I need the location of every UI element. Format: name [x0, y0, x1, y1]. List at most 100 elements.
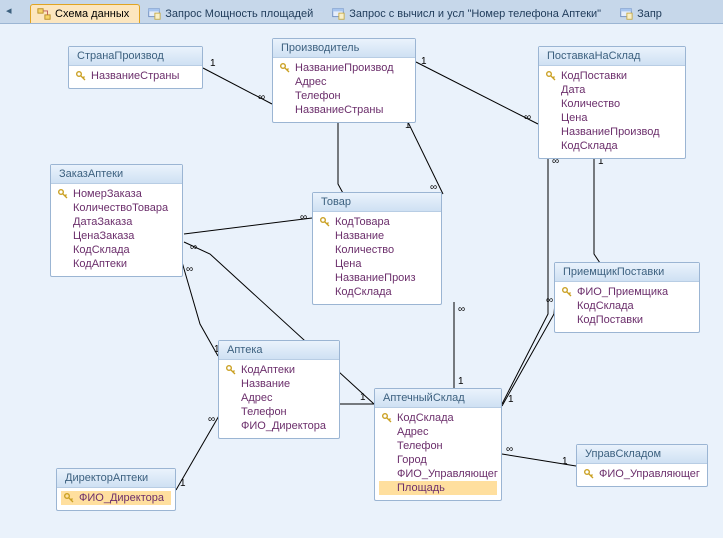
field: ФИО_Директора — [241, 420, 326, 432]
field: Город — [397, 454, 427, 466]
table-title: Товар — [313, 193, 441, 212]
svg-text:∞: ∞ — [458, 304, 465, 315]
table-row: Город — [379, 453, 497, 467]
field: КодАптеки — [241, 364, 295, 376]
svg-text:1: 1 — [458, 376, 464, 387]
table-row: НазваниеСтраны — [277, 103, 411, 117]
table-row: Название — [317, 229, 437, 243]
table-title: СтранаПроизвод — [69, 47, 202, 66]
table-row: Телефон — [223, 405, 335, 419]
svg-text:1: 1 — [508, 394, 514, 405]
table-zakaz[interactable]: ЗаказАптеки НомерЗаказа КоличествоТовара… — [50, 164, 183, 277]
key-icon — [63, 492, 75, 504]
query-icon — [619, 7, 633, 21]
svg-text:1: 1 — [421, 56, 427, 67]
key-icon — [75, 70, 87, 82]
table-row: Количество — [317, 243, 437, 257]
table-proizvoditel[interactable]: Производитель НазваниеПроизвод Адрес Тел… — [272, 38, 416, 123]
field: ЦенаЗаказа — [73, 230, 134, 242]
table-postavka[interactable]: ПоставкаНаСклад КодПоставки Дата Количес… — [538, 46, 686, 159]
table-row: ФИО_Управляющег — [581, 467, 703, 481]
tab-label: Запр — [637, 8, 662, 20]
field: Название — [335, 230, 384, 242]
tab-query-3[interactable]: Запр — [612, 4, 673, 23]
field: КодСклада — [397, 412, 454, 424]
field: НазваниеПроизвод — [295, 62, 394, 74]
table-row: ФИО_Директора — [223, 419, 335, 433]
svg-text:∞: ∞ — [506, 444, 513, 455]
tab-query-1[interactable]: Запрос Мощность площадей — [140, 4, 324, 23]
field: Название — [241, 378, 290, 390]
table-title: ПоставкаНаСклад — [539, 47, 685, 66]
tab-query-2[interactable]: Запрос с вычисл и усл "Номер телефона Ап… — [324, 4, 612, 23]
table-row: Телефон — [379, 439, 497, 453]
tab-prev-indicator[interactable]: ◂ — [6, 4, 12, 17]
table-row: Цена — [317, 257, 437, 271]
field: КоличествоТовара — [73, 202, 168, 214]
relationship-canvas[interactable]: 1 ∞ 1 ∞ 1 ∞ 1 ∞ 1 ∞ ∞ ∞ 1 1 ∞ 1 ∞ — [0, 24, 723, 538]
field: Адрес — [241, 392, 273, 404]
field: Дата — [561, 84, 585, 96]
tab-label: Запрос с вычисл и усл "Номер телефона Ап… — [349, 8, 601, 20]
field: ДатаЗаказа — [73, 216, 132, 228]
key-icon — [225, 364, 237, 376]
field: КодСклада — [577, 300, 634, 312]
table-priemshik[interactable]: ПриемщикПоставки ФИО_Приемщика КодСклада… — [554, 262, 700, 333]
table-row: НазваниеПроизвод — [277, 61, 411, 75]
table-row: ЦенаЗаказа — [55, 229, 178, 243]
table-title: АптечныйСклад — [375, 389, 501, 408]
table-row: Адрес — [277, 75, 411, 89]
field: НомерЗаказа — [73, 188, 142, 200]
field: НазваниеПроиз — [335, 272, 416, 284]
table-tovar[interactable]: Товар КодТовара Название Количество Цена… — [312, 192, 442, 305]
tab-label: Запрос Мощность площадей — [165, 8, 313, 20]
table-row: НомерЗаказа — [55, 187, 178, 201]
table-title: Аптека — [219, 341, 339, 360]
document-tabs: ◂ Схема данных Запрос Мощность площадей … — [0, 0, 723, 24]
field: КодСклада — [561, 140, 618, 152]
table-uprav[interactable]: УправСкладом ФИО_Управляющег — [576, 444, 708, 487]
table-row: ФИО_Директора — [61, 491, 171, 505]
table-row: КодАптеки — [55, 257, 178, 271]
table-row: КоличествоТовара — [55, 201, 178, 215]
svg-text:1: 1 — [360, 392, 366, 403]
table-row: КодАптеки — [223, 363, 335, 377]
table-title: УправСкладом — [577, 445, 707, 464]
svg-text:∞: ∞ — [190, 242, 197, 253]
table-direktor[interactable]: ДиректорАптеки ФИО_Директора — [56, 468, 176, 511]
field: КодАптеки — [73, 258, 127, 270]
relations-icon — [37, 7, 51, 21]
field: КодСклада — [73, 244, 130, 256]
key-icon — [583, 468, 595, 480]
field: Телефон — [241, 406, 287, 418]
table-title: ЗаказАптеки — [51, 165, 182, 184]
key-icon — [381, 412, 393, 424]
field: Адрес — [295, 76, 327, 88]
table-title: Производитель — [273, 39, 415, 58]
svg-text:∞: ∞ — [208, 414, 215, 425]
table-row: Адрес — [223, 391, 335, 405]
svg-text:∞: ∞ — [524, 112, 531, 123]
svg-text:1: 1 — [562, 456, 568, 467]
table-strana[interactable]: СтранаПроизвод НазваниеСтраны — [68, 46, 203, 89]
table-row: КодСклада — [559, 299, 695, 313]
table-title: ДиректорАптеки — [57, 469, 175, 488]
key-icon — [561, 286, 573, 298]
table-title: ПриемщикПоставки — [555, 263, 699, 282]
svg-text:1: 1 — [210, 58, 216, 69]
field: Адрес — [397, 426, 429, 438]
table-sklad[interactable]: АптечныйСклад КодСклада Адрес Телефон Го… — [374, 388, 502, 501]
key-icon — [279, 62, 291, 74]
field: КодПоставки — [561, 70, 627, 82]
key-icon — [545, 70, 557, 82]
table-row: Адрес — [379, 425, 497, 439]
svg-text:∞: ∞ — [258, 92, 265, 103]
table-apteka[interactable]: Аптека КодАптеки Название Адрес Телефон … — [218, 340, 340, 439]
tab-schema[interactable]: Схема данных — [30, 4, 140, 23]
key-icon — [319, 216, 331, 228]
tab-label: Схема данных — [55, 8, 129, 20]
svg-text:∞: ∞ — [186, 264, 193, 275]
field: Цена — [561, 112, 587, 124]
table-row: ДатаЗаказа — [55, 215, 178, 229]
field: КодТовара — [335, 216, 390, 228]
